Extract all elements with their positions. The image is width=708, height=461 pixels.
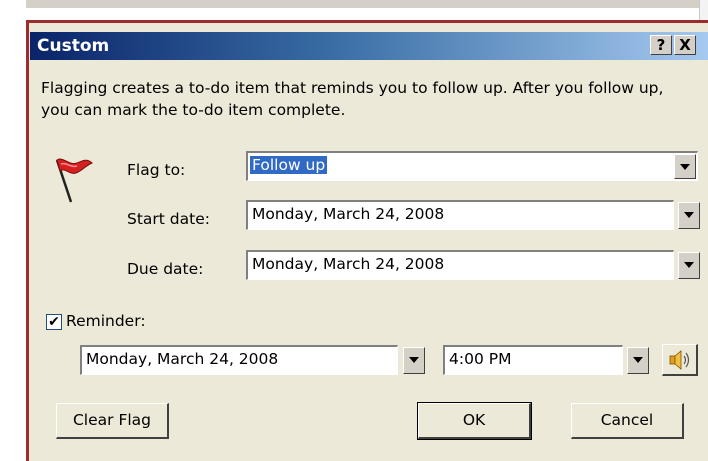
start-date-label: Start date: xyxy=(127,210,210,228)
start-date-field[interactable]: Monday, March 24, 2008 xyxy=(246,200,674,230)
red-flag-icon xyxy=(55,158,93,203)
reminder-time-value[interactable]: 4:00 PM xyxy=(449,350,511,368)
background-window-top xyxy=(0,0,708,8)
reminder-sound-button[interactable] xyxy=(662,344,698,376)
due-date-value[interactable]: Monday, March 24, 2008 xyxy=(252,255,444,273)
flag-to-label: Flag to: xyxy=(127,161,186,179)
reminder-checkbox[interactable]: ✔ xyxy=(46,314,62,330)
cancel-button[interactable]: Cancel xyxy=(571,403,684,439)
clear-flag-button[interactable]: Clear Flag xyxy=(56,403,169,439)
due-date-label: Due date: xyxy=(127,260,204,278)
flag-to-combobox[interactable]: Follow up xyxy=(246,151,698,181)
custom-flag-dialog: Custom ? X Flagging creates a to-do item… xyxy=(26,20,708,461)
dialog-description: Flagging creates a to-do item that remin… xyxy=(41,79,664,119)
due-date-dropdown-icon[interactable] xyxy=(678,252,700,279)
close-button[interactable]: X xyxy=(674,35,696,55)
reminder-date-dropdown-icon[interactable] xyxy=(403,347,425,374)
due-date-field[interactable]: Monday, March 24, 2008 xyxy=(246,250,674,280)
reminder-date-value[interactable]: Monday, March 24, 2008 xyxy=(86,350,278,368)
flag-to-value[interactable]: Follow up xyxy=(250,156,328,174)
flag-to-dropdown-icon[interactable] xyxy=(674,154,696,179)
start-date-dropdown-icon[interactable] xyxy=(678,202,700,229)
dialog-title: Custom xyxy=(37,36,110,56)
reminder-label[interactable]: Reminder: xyxy=(66,312,146,330)
help-button[interactable]: ? xyxy=(650,35,672,55)
title-bar[interactable]: Custom ? X xyxy=(30,32,708,60)
reminder-time-dropdown-icon[interactable] xyxy=(627,347,649,374)
speaker-icon xyxy=(669,350,690,370)
reminder-time-field[interactable]: 4:00 PM xyxy=(443,345,623,375)
background-window-left xyxy=(0,0,26,461)
reminder-date-field[interactable]: Monday, March 24, 2008 xyxy=(80,345,398,375)
ok-button[interactable]: OK xyxy=(417,402,532,440)
start-date-value[interactable]: Monday, March 24, 2008 xyxy=(252,205,444,223)
